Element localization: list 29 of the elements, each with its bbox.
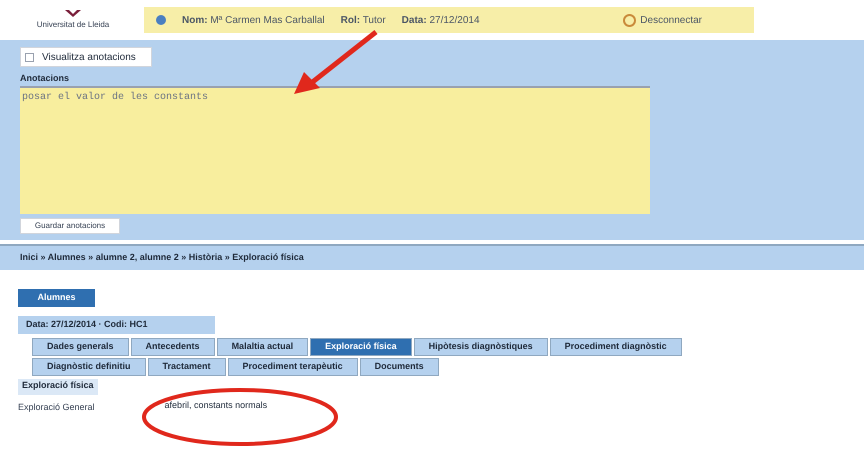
tab[interactable]: Diagnòstic definitiu [32, 358, 146, 376]
logout-link[interactable]: Desconnectar [623, 12, 702, 28]
field-value: afebril, constants normals [164, 399, 268, 412]
tab[interactable]: Antecedents [130, 338, 215, 356]
annotations-label: Anotacions [20, 72, 70, 85]
breadcrumb: Inici » Alumnes » alumne 2, alumne 2 » Història » Exploració física [20, 251, 304, 264]
logo-icon [64, 9, 82, 19]
save-annotations-button[interactable]: Guardar anotacions [20, 218, 120, 234]
session-date: Data: 27/12/2014 [402, 14, 480, 28]
tab[interactable]: Procediment terapèutic [228, 358, 358, 376]
tab[interactable]: Documents [360, 358, 439, 376]
section-title: Exploració física [18, 379, 98, 395]
tab[interactable]: Procediment diagnòstic [550, 338, 682, 356]
user-name: Nom: Mª Carmen Mas Carballal [182, 14, 325, 28]
field-label: Exploració General [18, 401, 95, 414]
user-role: Rol: Tutor [340, 14, 386, 28]
tab[interactable]: Malaltia actual [216, 338, 308, 356]
tab[interactable]: Dades generals [32, 338, 129, 356]
record-info: Data: 27/12/2014 · Codi: HC1 [18, 316, 215, 334]
checkbox[interactable] [25, 52, 34, 62]
power-icon [623, 14, 636, 26]
toggle-annotations-button[interactable]: Visualitza anotacions [20, 47, 152, 67]
info-icon [156, 15, 166, 25]
annotations-field[interactable]: posar el valor de les constants [20, 86, 650, 214]
tab[interactable]: Hipòtesis diagnòstiques [414, 338, 548, 356]
students-button[interactable]: Alumnes [18, 289, 95, 307]
tab[interactable]: Exploració física [310, 338, 412, 356]
tab[interactable]: Tractament [148, 358, 226, 376]
logo-text: Universitat de Lleida [36, 19, 110, 31]
